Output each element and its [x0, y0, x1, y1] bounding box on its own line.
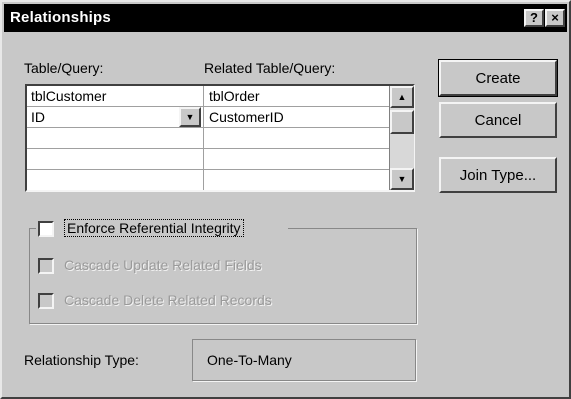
relationship-type-box: One-To-Many: [192, 339, 416, 381]
cascade-delete-checkbox: [38, 293, 54, 309]
cascade-delete-label: Cascade Delete Related Records: [64, 292, 272, 308]
cascade-update-checkbox: [38, 258, 54, 274]
arrow-down-icon: ▼: [397, 174, 407, 184]
row-divider: [27, 106, 389, 107]
row-divider: [27, 148, 389, 149]
scroll-down-button[interactable]: ▼: [390, 168, 414, 190]
join-type-button-label: Join Type...: [459, 166, 537, 184]
right-field-cell[interactable]: CustomerID: [209, 109, 284, 125]
arrow-up-icon: ▲: [397, 92, 407, 102]
enforce-integrity-label[interactable]: Enforce Referential Integrity: [64, 219, 244, 237]
grid-scrollbar[interactable]: ▲ ▼: [389, 86, 414, 190]
row-divider: [27, 169, 389, 170]
related-table-query-label: Related Table/Query:: [204, 60, 336, 76]
close-button[interactable]: ×: [545, 9, 565, 27]
field-dropdown-button[interactable]: ▼: [179, 107, 201, 127]
integrity-group: [29, 228, 417, 324]
window-title: Relationships: [10, 9, 111, 26]
relationship-type-label: Relationship Type:: [24, 352, 139, 368]
join-fields-grid[interactable]: tblCustomer tblOrder ID ▼ CustomerID ▲ ▼: [25, 84, 415, 192]
left-field-cell[interactable]: ID: [31, 109, 45, 125]
scroll-thumb[interactable]: [390, 110, 414, 134]
relationship-type-value: One-To-Many: [207, 352, 292, 368]
scroll-up-button[interactable]: ▲: [390, 86, 414, 108]
enforce-integrity-checkbox[interactable]: [38, 221, 54, 237]
cascade-update-label: Cascade Update Related Fields: [64, 257, 262, 273]
cancel-button-label: Cancel: [474, 111, 522, 129]
help-button[interactable]: ?: [524, 9, 544, 27]
chevron-down-icon: ▼: [185, 112, 195, 122]
relationships-dialog: Relationships ? × Table/Query: Related T…: [0, 0, 571, 399]
table-query-label: Table/Query:: [24, 60, 104, 76]
right-table-name: tblOrder: [209, 88, 260, 104]
join-type-button[interactable]: Join Type...: [439, 157, 557, 193]
title-bar: Relationships ? ×: [4, 4, 567, 32]
cancel-button[interactable]: Cancel: [439, 102, 557, 138]
left-table-name: tblCustomer: [31, 88, 107, 104]
create-button[interactable]: Create: [438, 59, 558, 97]
row-divider: [27, 127, 389, 128]
column-divider: [203, 86, 204, 190]
create-button-label: Create: [475, 69, 521, 87]
